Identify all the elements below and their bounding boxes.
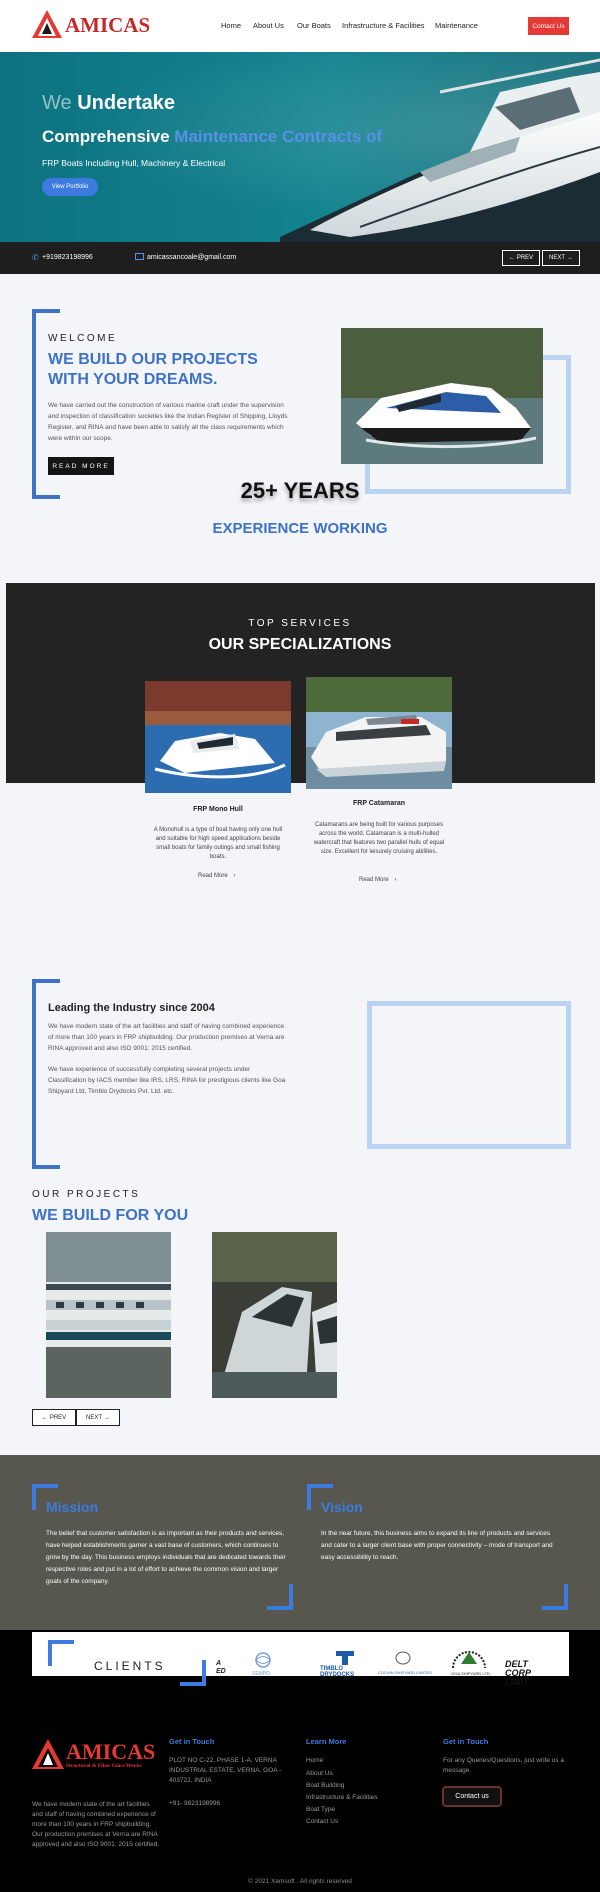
- contact-bar: ✆ +919823198996 amicassancoale@gmail.com…: [0, 242, 600, 274]
- contact-us-button[interactable]: Contact Us: [528, 17, 569, 35]
- project-image-2: [212, 1232, 337, 1398]
- client-logo-delta: DELT CORP LIMIT: [505, 1659, 531, 1687]
- footer-phone[interactable]: +91- 9823198996: [169, 1799, 220, 1809]
- footer-link-home[interactable]: Home: [306, 1757, 323, 1764]
- card-mono-hull-read-more[interactable]: Read More ›: [198, 873, 235, 879]
- hero-line1-dim: We: [42, 92, 72, 114]
- bar-email[interactable]: amicassancoale@gmail.com: [147, 254, 236, 261]
- leading-title: Leading the Industry since 2004: [48, 1002, 215, 1014]
- client-logo-sempo: SEMPO: [250, 1651, 280, 1681]
- sempo-logo-icon: [255, 1652, 271, 1668]
- footer-link-infrastructure[interactable]: Infrastructure & Facilities: [306, 1794, 378, 1801]
- footer-contact-button[interactable]: Contact us: [442, 1786, 502, 1807]
- welcome-label: WELCOME: [48, 333, 118, 344]
- projects-prev-button[interactable]: ← PREV: [32, 1409, 76, 1426]
- arrow-left-icon: ←: [41, 1414, 48, 1421]
- footer-get-in-touch-title: Get in Touch: [169, 1737, 215, 1746]
- welcome-body: We have carried out the construction of …: [48, 402, 288, 442]
- mono-hull-image: [145, 681, 291, 793]
- catamaran-image: [306, 677, 452, 789]
- nav-about-us[interactable]: About Us: [253, 21, 284, 30]
- hero-boat-image: [280, 58, 600, 242]
- footer-logo-text: AMICAS: [66, 1739, 156, 1764]
- nav-home[interactable]: Home: [221, 21, 241, 30]
- logo[interactable]: AMICAS: [32, 10, 152, 40]
- logo-triangle-icon: [32, 10, 62, 38]
- clients-bracket-bottom: [180, 1660, 206, 1686]
- cochin-logo-icon: [395, 1651, 411, 1665]
- view-portfolio-button[interactable]: View Portfolio: [42, 178, 98, 196]
- logo-text: AMICAS: [65, 13, 151, 37]
- chevron-right-icon: ›: [233, 873, 236, 879]
- footer-link-boat-type[interactable]: Boat Type: [306, 1806, 335, 1813]
- arrow-left-icon: ←: [508, 255, 515, 261]
- welcome-boat-image: [341, 328, 543, 464]
- footer-queries: For any Queries/Questions, just write us…: [443, 1757, 565, 1774]
- projects-title: WE BUILD FOR YOU: [32, 1207, 189, 1224]
- client-logo-cochin: COCHIN SHIPYARD LIMITED: [378, 1651, 432, 1681]
- copyright: © 2021 Xamsoft . All rights reserved: [248, 1878, 352, 1885]
- card-mono-hull-title: FRP Mono Hull: [193, 806, 243, 813]
- clients-label: CLIENTS: [94, 1659, 166, 1673]
- hero-line2: Comprehensive: [42, 127, 170, 146]
- years-count: 25+ YEARS: [240, 478, 360, 503]
- footer-logo-tagline: Structural & Fiber Glass Works: [66, 1763, 142, 1769]
- clients-bracket-top: [48, 1640, 74, 1666]
- arrow-right-icon: →: [567, 255, 573, 261]
- card-catamaran-read-more[interactable]: Read More ›: [359, 877, 396, 883]
- footer-link-boat-building[interactable]: Boat Building: [306, 1782, 344, 1789]
- hero-line2-highlight: Maintenance Contracts of: [174, 127, 383, 146]
- client-logo-timblo: TIMBLO DRYDOCKS: [320, 1651, 370, 1681]
- vision-body: In the near future, this business aims t…: [321, 1530, 553, 1561]
- client-logo-1: A ED: [216, 1660, 226, 1675]
- project-image-1: [46, 1232, 171, 1398]
- timblo-logo-icon: [336, 1651, 354, 1665]
- card-catamaran-title: FRP Catamaran: [352, 800, 405, 807]
- card-mono-hull-body: A Monohull is a type of boat having only…: [153, 827, 283, 860]
- vision-title: Vision: [321, 1499, 363, 1515]
- services-title: OUR SPECIALIZATIONS: [208, 636, 392, 653]
- services-label: TOP SERVICES: [248, 618, 352, 629]
- nav-our-boats[interactable]: Our Boats: [297, 21, 331, 30]
- footer-learn-more-title: Learn More: [306, 1737, 347, 1746]
- leading-photo-frame: [367, 1001, 571, 1149]
- chevron-right-icon: ›: [394, 877, 397, 883]
- card-catamaran-body: Catamarans are being built for various p…: [313, 822, 445, 855]
- footer-about: We have modern state of the art faciliti…: [32, 1801, 160, 1848]
- client-logo-goa-shipyard: GOA SHIPYARD LTD.: [449, 1644, 493, 1682]
- leading-para-1: We have modern state of the art faciliti…: [48, 1023, 285, 1052]
- nav-maintenance[interactable]: Maintenance: [435, 21, 478, 30]
- leading-para-2: We have experience of successfully compl…: [48, 1066, 286, 1095]
- hero-subtitle: FRP Boats Including Hull, Machinery & El…: [42, 158, 226, 168]
- mail-icon: [135, 253, 144, 260]
- hero-prev-button[interactable]: ← PREV: [502, 250, 540, 266]
- footer-link-about-us[interactable]: About Us: [306, 1770, 333, 1777]
- specializations-band: [6, 583, 595, 783]
- goa-shipyard-logo-icon: [452, 1651, 486, 1669]
- bar-phone[interactable]: +919823198996: [42, 254, 93, 261]
- site-header: AMICAS Home About Us Our Boats Infrastru…: [0, 0, 600, 52]
- nav-infrastructure[interactable]: Infrastructure & Facilities: [342, 21, 425, 30]
- mission-title: Mission: [46, 1499, 99, 1515]
- arrow-right-icon: →: [104, 1414, 110, 1421]
- mission-body: The belief that customer satisfaction is…: [46, 1530, 286, 1585]
- footer-link-contact-us[interactable]: Contact Us: [306, 1818, 338, 1825]
- hero-next-button[interactable]: NEXT →: [542, 250, 580, 266]
- footer-get-in-touch-title-2: Get in Touch: [443, 1737, 489, 1746]
- vision-bracket-bottom: [542, 1584, 568, 1610]
- welcome-title: WE BUILD OUR PROJECTS WITH YOUR DREAMS.: [48, 351, 258, 388]
- projects-label: OUR PROJECTS: [32, 1189, 141, 1200]
- footer-logo[interactable]: AMICAS Structural & Fiber Glass Works: [32, 1737, 156, 1777]
- phone-icon: ✆: [32, 253, 39, 262]
- footer-address: PLOT NO C-22, PHASE 1-A, VERNA INDUSTRIA…: [169, 1757, 282, 1784]
- read-more-button[interactable]: READ MORE: [48, 457, 114, 475]
- projects-next-button[interactable]: NEXT →: [76, 1409, 120, 1426]
- hero-line1: Undertake: [77, 92, 176, 114]
- logo-triangle-icon: [32, 1739, 64, 1769]
- years-subtitle: EXPERIENCE WORKING: [212, 520, 388, 537]
- hero-banner: We Undertake Comprehensive Maintenance C…: [0, 52, 600, 242]
